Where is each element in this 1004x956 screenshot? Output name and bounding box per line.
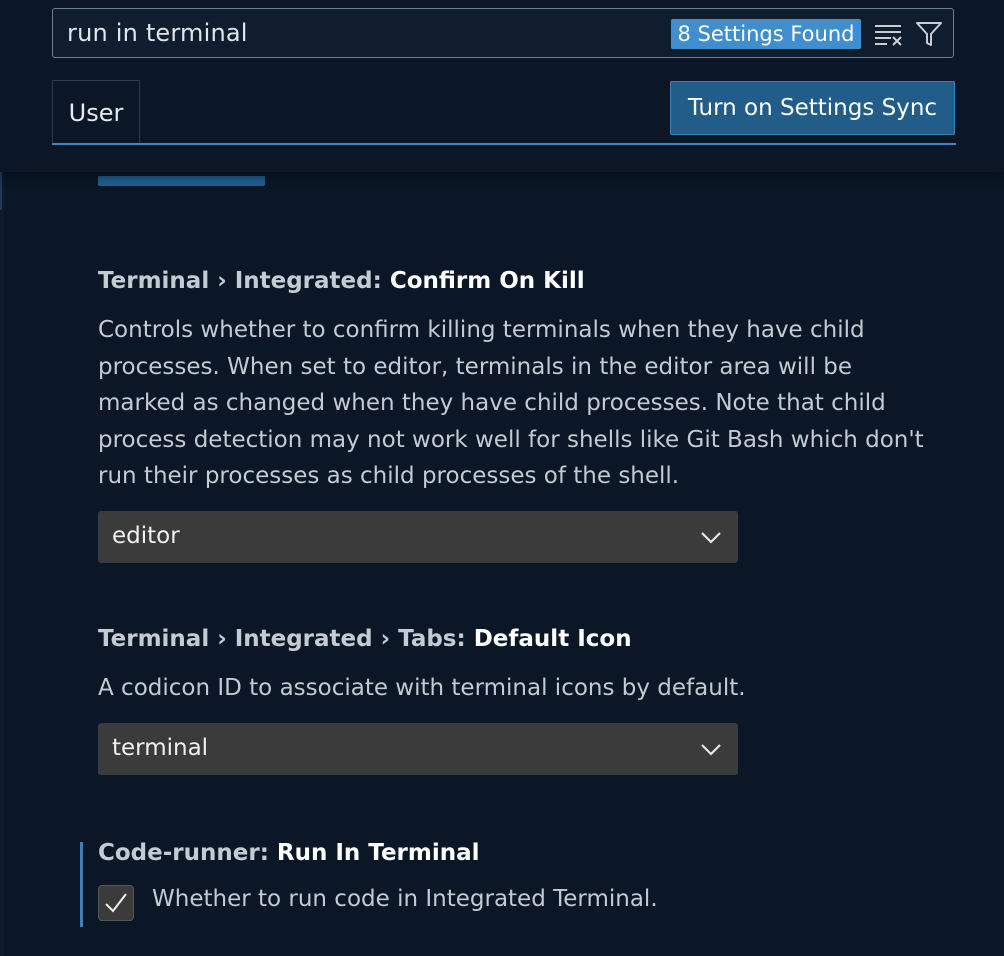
setting-category: Terminal › Integrated: [98,268,390,294]
search-input-value: run in terminal [67,19,248,47]
confirm-on-kill-dropdown[interactable]: editor [98,511,738,563]
clear-filter-icon[interactable] [873,21,903,47]
turn-on-settings-sync-button[interactable]: Turn on Settings Sync [670,81,955,135]
settings-search-input[interactable]: run in terminal 8 Settings Found [52,8,954,58]
check-icon [105,893,127,913]
focused-setting-indicator [80,842,83,927]
dropdown-value: terminal [112,735,209,761]
chevron-down-icon [701,532,721,544]
results-count-badge: 8 Settings Found [671,19,861,49]
filter-icon[interactable] [915,20,943,48]
chevron-down-icon [701,744,721,756]
setting-description-confirm-on-kill: Controls whether to confirm killing term… [98,317,924,489]
tab-user[interactable]: User [52,80,140,144]
setting-title-confirm-on-kill: Terminal › Integrated: Confirm On Kill [98,268,585,294]
setting-name: Run In Terminal [276,840,480,866]
settings-header: run in terminal 8 Settings Found User Tu… [0,0,1004,172]
setting-name: Default Icon [473,626,632,652]
setting-category: Terminal › Integrated › Tabs: [98,626,474,652]
partially-visible-button[interactable] [98,176,265,186]
setting-description-default-icon: A codicon ID to associate with terminal … [98,675,746,701]
setting-title-run-in-terminal: Code-runner: Run In Terminal [98,840,480,866]
tab-underline [52,143,956,145]
setting-title-default-icon: Terminal › Integrated › Tabs: Default Ic… [98,626,632,652]
run-in-terminal-description: Whether to run code in Integrated Termin… [152,886,658,912]
run-in-terminal-checkbox[interactable] [98,885,134,921]
settings-editor: Terminal › Integrated: Confirm On Kill C… [0,0,1004,956]
default-icon-dropdown[interactable]: terminal [98,723,738,775]
setting-name: Confirm On Kill [389,268,585,294]
dropdown-value: editor [112,523,180,549]
setting-category: Code-runner: [98,840,277,866]
